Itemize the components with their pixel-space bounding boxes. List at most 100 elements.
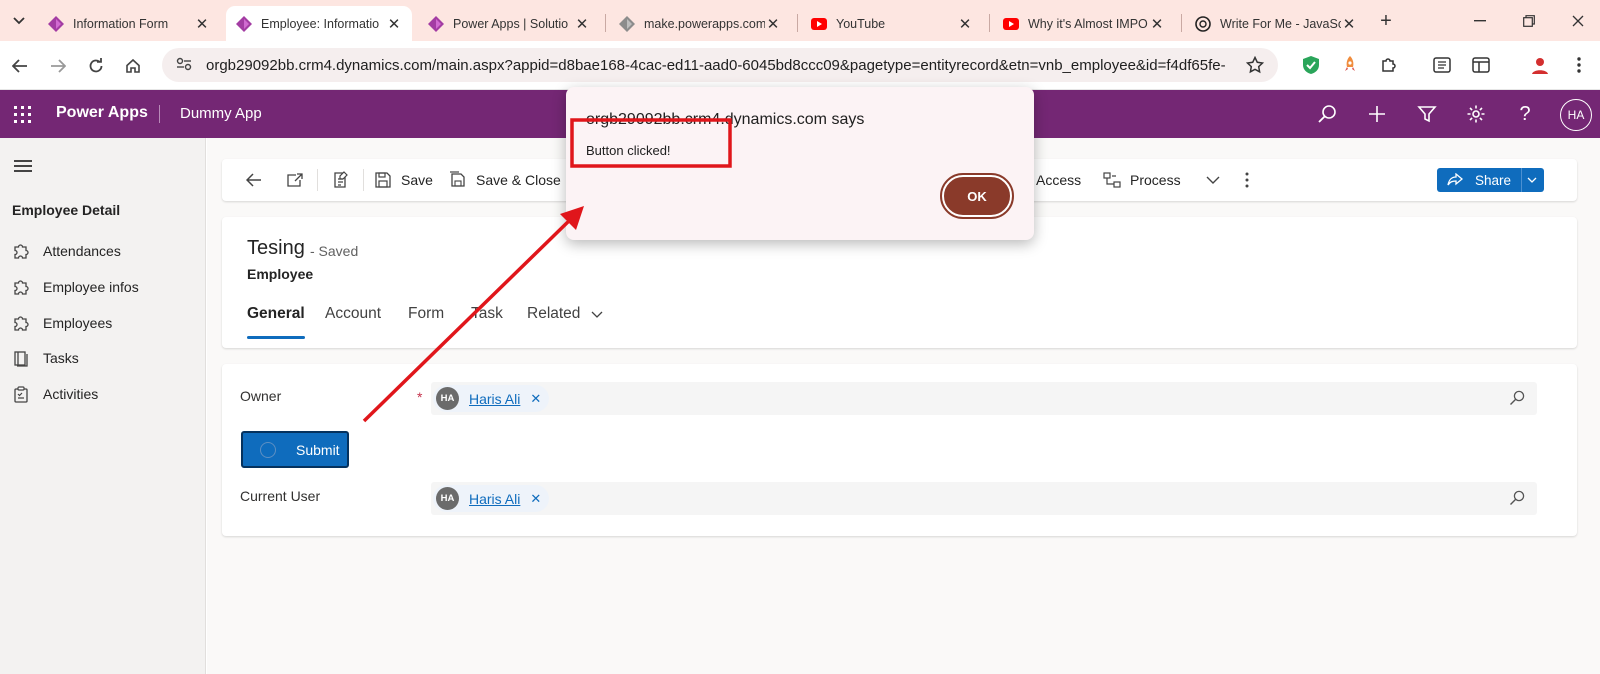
home-icon[interactable] [119, 52, 147, 80]
tab-divider [989, 14, 990, 32]
user-avatar[interactable]: HA [1560, 99, 1592, 131]
app-name[interactable]: Dummy App [180, 105, 262, 122]
restore-window-icon[interactable] [1514, 8, 1544, 34]
tab-account[interactable]: Account [325, 305, 381, 323]
avatar: HA [436, 387, 459, 410]
app-launcher-waffle-icon[interactable] [12, 104, 32, 124]
submit-button[interactable]: Submit [241, 431, 349, 468]
add-plus-icon[interactable] [1364, 101, 1390, 127]
sidebar-item-activities[interactable]: Activities [12, 382, 98, 406]
owner-chip[interactable]: HA Haris Ali ✕ [433, 385, 550, 412]
profile-avatar-icon[interactable] [1528, 53, 1552, 77]
back-arrow-icon [244, 170, 264, 190]
tab-divider [605, 14, 606, 32]
rocket-extension-icon[interactable] [1338, 53, 1362, 77]
close-tab-icon[interactable]: ✕ [1149, 15, 1165, 33]
avatar: HA [436, 487, 459, 510]
sidebar-item-employee-infos[interactable]: Employee infos [12, 275, 139, 299]
puzzle-icon [12, 242, 30, 260]
close-tab-icon[interactable]: ✕ [1341, 15, 1357, 33]
browser-tab-active[interactable]: Employee: Informatio ✕ [226, 6, 412, 41]
settings-gear-icon[interactable] [1463, 101, 1489, 127]
command-divider [317, 169, 318, 191]
new-tab-plus-icon[interactable]: + [1372, 8, 1400, 34]
popout-icon [285, 170, 305, 190]
sitemap-sidebar: Employee Detail Attendances Employee inf… [0, 138, 206, 674]
tab-search-chevron-icon[interactable] [6, 8, 32, 34]
site-settings-icon[interactable] [176, 57, 192, 74]
browser-toolbar: orgb29092bb.crm4.dynamics.com/main.aspx?… [0, 41, 1600, 90]
hamburger-menu-icon[interactable] [14, 160, 32, 174]
browser-tab[interactable]: Why it's Almost IMPO ✕ [993, 6, 1175, 41]
back-button[interactable] [244, 159, 272, 201]
remove-current-user-icon[interactable]: ✕ [530, 491, 541, 507]
close-tab-icon[interactable]: ✕ [765, 15, 781, 33]
browser-tab[interactable]: make.powerapps.com ✕ [609, 6, 791, 41]
bookmark-star-icon[interactable] [1245, 55, 1265, 77]
share-chevron-down-icon[interactable] [1527, 177, 1537, 183]
extensions-puzzle-icon[interactable] [1377, 53, 1401, 77]
dialog-title: orgb29092bb.crm4.dynamics.com says [586, 111, 865, 128]
submit-circle-icon [260, 441, 276, 458]
tab-general[interactable]: General [247, 305, 305, 323]
close-window-icon[interactable] [1563, 8, 1593, 34]
sidebar-item-employees[interactable]: Employees [12, 311, 112, 335]
browser-menu-icon[interactable] [1567, 53, 1591, 77]
sidebar-item-attendances[interactable]: Attendances [12, 239, 121, 263]
overflow-more-icon[interactable] [1245, 159, 1249, 201]
back-arrow-icon[interactable] [6, 52, 34, 80]
filter-icon[interactable] [1414, 101, 1440, 127]
save-button[interactable]: Save [373, 159, 433, 201]
more-commands-chevron-icon[interactable] [1206, 159, 1220, 201]
browser-tab[interactable]: Write For Me - JavaSc ✕ [1185, 6, 1367, 41]
sidebar-item-label: Attendances [43, 243, 121, 259]
search-icon[interactable] [1314, 101, 1340, 127]
share-button[interactable]: Share [1437, 168, 1544, 192]
brand-name[interactable]: Power Apps [56, 104, 148, 122]
openai-icon [1195, 15, 1211, 32]
tab-form[interactable]: Form [408, 305, 444, 323]
minimize-window-icon[interactable] [1465, 8, 1495, 34]
close-tab-icon[interactable]: ✕ [957, 15, 973, 33]
close-tab-icon[interactable]: ✕ [574, 15, 590, 33]
browser-tab[interactable]: Power Apps | Solutio ✕ [418, 6, 600, 41]
browser-tab[interactable]: YouTube ✕ [801, 6, 983, 41]
address-bar[interactable]: orgb29092bb.crm4.dynamics.com/main.aspx?… [162, 48, 1278, 82]
forward-arrow-icon[interactable] [44, 52, 72, 80]
help-question-icon[interactable]: ? [1512, 101, 1538, 127]
process-button[interactable]: Process [1102, 159, 1181, 201]
reading-list-icon[interactable] [1430, 53, 1454, 77]
form-edit-icon [330, 170, 350, 190]
browser-tab-strip: Information Form ✕ Employee: Informatio … [0, 0, 1600, 41]
tab-task[interactable]: Task [471, 305, 503, 323]
sidebar-item-tasks[interactable]: Tasks [12, 346, 79, 370]
open-in-new-window-button[interactable] [285, 159, 313, 201]
current-user-chip[interactable]: HA Haris Ali ✕ [433, 485, 550, 512]
selected-tab-indicator [247, 336, 305, 339]
form-section: Owner * HA Haris Ali ✕ Submit Current Us… [222, 364, 1577, 536]
sidebar-item-label: Employee infos [43, 279, 139, 295]
alert-dialog: orgb29092bb.crm4.dynamics.com says Butto… [566, 87, 1034, 240]
owner-link[interactable]: Haris Ali [469, 391, 520, 407]
remove-owner-icon[interactable]: ✕ [530, 391, 541, 407]
close-tab-icon[interactable]: ✕ [386, 15, 402, 33]
owner-lookup-field[interactable]: HA Haris Ali ✕ [431, 382, 1537, 415]
tab-related[interactable]: Related [527, 305, 603, 323]
lookup-search-icon[interactable] [1509, 490, 1525, 506]
save-and-close-button[interactable]: Save & Close [448, 159, 561, 201]
reload-icon[interactable] [82, 52, 110, 80]
shield-extension-icon[interactable] [1299, 53, 1323, 77]
command-divider [363, 169, 364, 191]
url-text[interactable]: orgb29092bb.crm4.dynamics.com/main.aspx?… [206, 57, 1226, 74]
sidebar-item-label: Activities [43, 386, 99, 402]
check-access-button[interactable]: Access [1036, 159, 1081, 201]
tab-divider [797, 14, 798, 32]
current-user-link[interactable]: Haris Ali [469, 491, 520, 507]
current-user-lookup-field[interactable]: HA Haris Ali ✕ [431, 482, 1537, 515]
lookup-search-icon[interactable] [1509, 390, 1525, 406]
side-panel-icon[interactable] [1469, 53, 1493, 77]
edit-form-button[interactable] [330, 159, 358, 201]
close-tab-icon[interactable]: ✕ [194, 15, 210, 33]
browser-tab[interactable]: Information Form ✕ [38, 6, 220, 41]
ok-button[interactable]: OK [940, 173, 1014, 219]
